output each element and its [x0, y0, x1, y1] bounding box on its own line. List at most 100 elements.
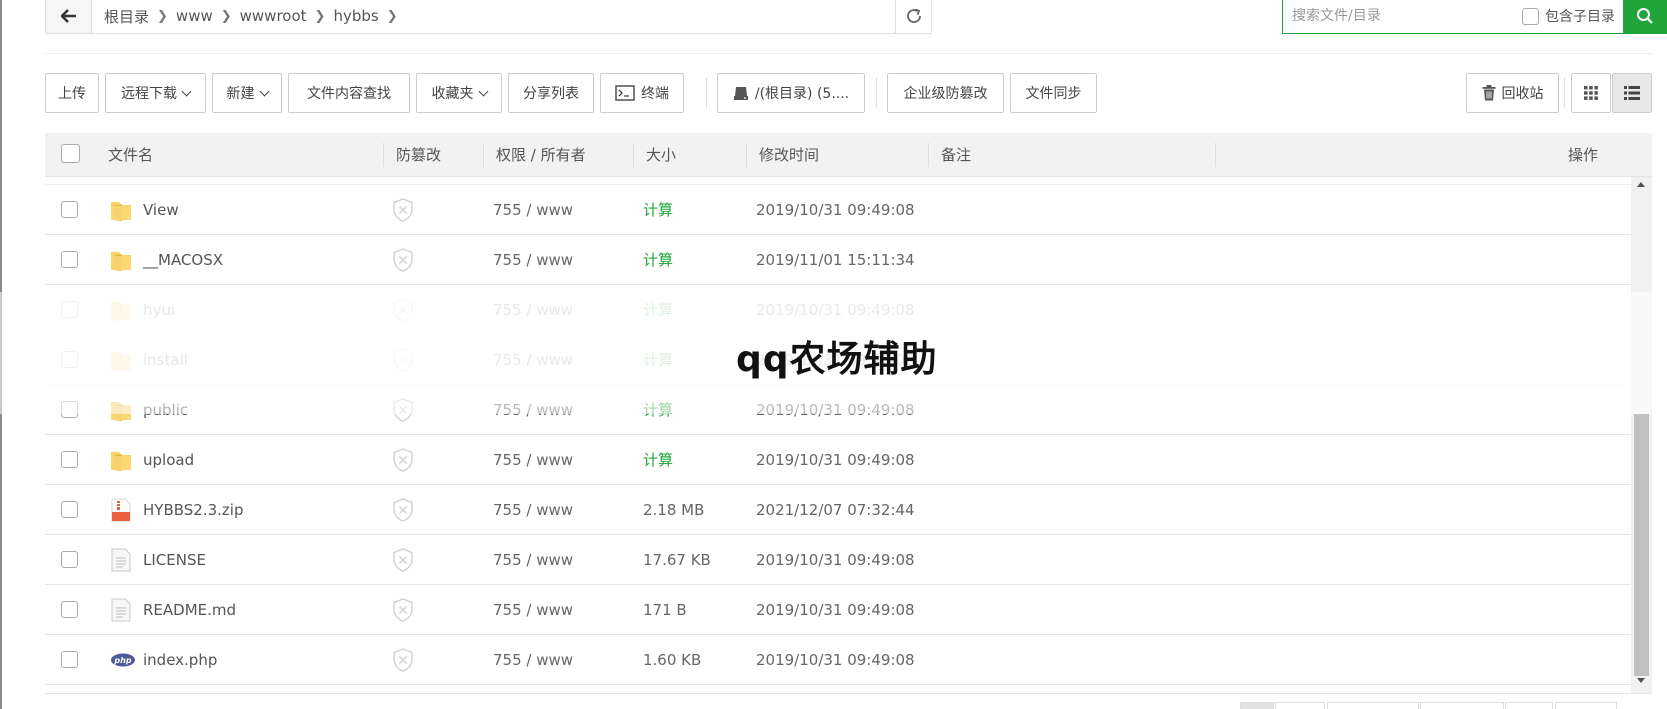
row-checkbox[interactable]: [61, 651, 78, 668]
shield-off-icon[interactable]: [392, 448, 414, 472]
column-divider: [383, 143, 384, 167]
search-input[interactable]: [1283, 0, 1522, 33]
folder-icon: [110, 448, 132, 472]
list-view-button[interactable]: [1612, 73, 1652, 113]
breadcrumb-item[interactable]: hybbs: [325, 7, 386, 25]
file-manager-page: { "breadcrumb": { "items": ["根目录", "www"…: [0, 0, 1667, 709]
file-name[interactable]: index.php: [143, 635, 217, 685]
table-row[interactable]: LICENSE 755 / www 17.67 KB 2019/10/31 09:49…: [45, 535, 1631, 585]
recycle-bin-button[interactable]: 回收站: [1466, 73, 1559, 113]
shield-off-icon[interactable]: [392, 198, 414, 222]
content-search-button[interactable]: 文件内容查找: [288, 73, 410, 113]
table-row[interactable]: HYBBS2.3.zip 755 / www 2.18 MB 2021/12/07 0…: [45, 485, 1631, 535]
table-row[interactable]: View 755 / www 计算 2019/10/31 09:49:08: [45, 185, 1631, 235]
calculate-size-link[interactable]: 计算: [643, 435, 673, 485]
breadcrumb-item[interactable]: wwwroot: [232, 7, 315, 25]
scroll-up-arrow-icon[interactable]: [1637, 182, 1645, 187]
shield-off-icon[interactable]: [392, 648, 414, 672]
upload-button[interactable]: 上传: [45, 73, 99, 113]
shield-off-icon[interactable]: [392, 598, 414, 622]
file-name[interactable]: README.md: [143, 585, 236, 635]
row-checkbox[interactable]: [61, 551, 78, 568]
column-header-note: 备注: [941, 146, 972, 164]
content-search-label: 文件内容查找: [307, 86, 391, 102]
permission-owner[interactable]: 755 / www: [493, 535, 573, 585]
calculate-size-link[interactable]: 计算: [643, 185, 673, 235]
shield-off-icon[interactable]: [392, 248, 414, 272]
permission-owner[interactable]: 755 / www: [493, 635, 573, 685]
pagination-item[interactable]: [1555, 702, 1617, 709]
column-header-mtime[interactable]: 修改时间: [759, 133, 819, 177]
disk-button[interactable]: /(根目录) (5....: [717, 73, 865, 113]
divider: [876, 78, 877, 108]
modified-time: 2019/11/01 15:11:34: [756, 251, 915, 269]
scrollbar[interactable]: [1631, 177, 1652, 693]
include-subdir-checkbox[interactable]: [1522, 7, 1539, 25]
shield-off-icon[interactable]: [392, 548, 414, 572]
permission-owner[interactable]: 755 / www: [493, 435, 573, 485]
row-checkbox[interactable]: [61, 201, 78, 218]
shield-off-icon[interactable]: [392, 498, 414, 522]
permission-owner[interactable]: 755 / www: [493, 235, 573, 285]
row-checkbox[interactable]: [61, 501, 78, 518]
pagination-item[interactable]: [1505, 702, 1553, 709]
row-checkbox[interactable]: [61, 601, 78, 618]
breadcrumb-item[interactable]: www: [168, 7, 221, 25]
scroll-down-arrow-icon[interactable]: [1637, 678, 1645, 683]
new-button[interactable]: 新建: [212, 73, 282, 113]
table-row[interactable]: __MACOSX 755 / www 计算 2019/11/01 15:11:34: [45, 235, 1631, 285]
terminal-label: 终端: [641, 86, 669, 102]
row-checkbox[interactable]: [61, 251, 78, 268]
table-row[interactable]: README.md 755 / www 171 B 2019/10/31 09:49:…: [45, 585, 1631, 635]
share-list-label: 分享列表: [523, 86, 579, 102]
terminal-button[interactable]: 终端: [600, 73, 684, 113]
list-icon: [1624, 86, 1640, 100]
file-name[interactable]: View: [143, 185, 179, 235]
grid-view-button[interactable]: [1571, 73, 1611, 113]
include-subdir-option[interactable]: 包含子目录: [1522, 6, 1615, 26]
permission-owner[interactable]: 755 / www: [493, 185, 573, 235]
favorites-button[interactable]: 收藏夹: [416, 73, 502, 113]
column-header-name[interactable]: 文件名: [108, 133, 153, 177]
new-label: 新建: [226, 86, 255, 102]
recycle-bin-label: 回收站: [1501, 86, 1544, 102]
select-all-checkbox[interactable]: [61, 144, 80, 163]
file-name[interactable]: LICENSE: [143, 535, 206, 585]
pagination-item[interactable]: [1420, 702, 1504, 709]
chevron-right-icon: ❯: [314, 8, 326, 24]
modified-time: 2019/10/31 09:49:08: [756, 201, 915, 219]
search-button[interactable]: [1623, 0, 1667, 34]
column-header-size[interactable]: 大小: [646, 133, 676, 177]
grid-icon: [1584, 86, 1598, 100]
back-button[interactable]: [46, 0, 92, 33]
calculate-size-link[interactable]: 计算: [643, 235, 673, 285]
permission-owner[interactable]: 755 / www: [493, 585, 573, 635]
breadcrumb: 根目录 ❯ www ❯ wwwroot ❯ hybbs ❯: [92, 0, 895, 33]
row-checkbox[interactable]: [61, 451, 78, 468]
trash-icon: [1482, 85, 1495, 101]
permission-owner[interactable]: 755 / www: [493, 485, 573, 535]
upload-label: 上传: [58, 86, 86, 102]
scrollbar-thumb[interactable]: [1634, 414, 1649, 676]
pagination-item[interactable]: [1240, 702, 1274, 709]
column-header-perm: 权限 / 所有者: [496, 146, 586, 164]
divider: [45, 693, 1652, 694]
modified-time: 2019/10/31 09:49:08: [756, 651, 915, 669]
tamper-proof-button[interactable]: 企业级防篡改: [887, 73, 1004, 113]
file-name[interactable]: upload: [143, 435, 194, 485]
modified-time: 2019/10/31 09:49:08: [756, 551, 915, 569]
file-name[interactable]: HYBBS2.3.zip: [143, 485, 243, 535]
pagination-item[interactable]: [1275, 702, 1325, 709]
breadcrumb-item[interactable]: 根目录: [96, 6, 157, 27]
file-name[interactable]: __MACOSX: [143, 235, 223, 285]
chevron-down-icon: [478, 86, 488, 96]
table-row[interactable]: php index.php 755 / www 1.60 KB 2019/10/31 0…: [45, 635, 1631, 685]
pagination-item[interactable]: [1327, 702, 1419, 709]
file-sync-button[interactable]: 文件同步: [1010, 73, 1097, 113]
arrow-left-icon: [60, 9, 76, 23]
table-row[interactable]: upload 755 / www 计算 2019/10/31 09:49:08: [45, 435, 1631, 485]
share-list-button[interactable]: 分享列表: [508, 73, 594, 113]
folder-icon: [110, 198, 132, 222]
refresh-button[interactable]: [895, 0, 931, 33]
remote-download-button[interactable]: 远程下载: [105, 73, 206, 113]
